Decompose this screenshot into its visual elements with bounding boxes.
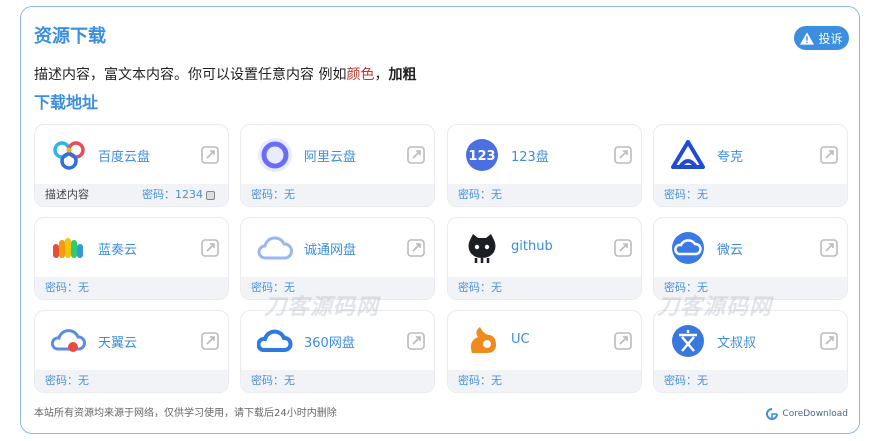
uc-icon (470, 327, 496, 353)
card-password: 密码：无 (251, 188, 295, 201)
card-name: 文叔叔 (717, 336, 757, 351)
password-bar: 描述内容 密码：1234 (35, 184, 228, 206)
card-name: 百度云盘 (98, 150, 151, 165)
open-link-icon[interactable] (614, 146, 632, 164)
download-heading: 下载地址 (34, 93, 99, 112)
brand-logo-icon (766, 408, 779, 420)
download-card-ctfile[interactable]: 诚通网盘 密码：无 (240, 217, 435, 300)
description-text: 描述内容，富文本内容。你可以设置任意内容 例如 (34, 67, 347, 83)
card-name: 123盘 (511, 150, 549, 165)
card-password: 密码：无 (458, 281, 502, 294)
download-card-uc[interactable]: UC 密码：无 (447, 310, 642, 393)
rich-description: 描述内容，富文本内容。你可以设置任意内容 例如颜色，加粗 (34, 64, 416, 84)
download-card-weiyun[interactable]: 微云 密码：无 (653, 217, 848, 300)
password-bar: 密码：无 (448, 277, 641, 299)
open-link-icon[interactable] (820, 146, 838, 164)
warning-icon (800, 31, 815, 45)
password-bar: 密码：无 (448, 370, 641, 392)
card-name: 蓝奏云 (98, 243, 138, 258)
panel-title: 资源下载 (34, 26, 106, 47)
open-link-icon[interactable] (820, 332, 838, 350)
brand-label: CoreDownload (766, 408, 848, 420)
open-link-icon[interactable] (201, 239, 219, 257)
360-pan-icon (257, 329, 293, 352)
open-link-icon[interactable] (201, 332, 219, 350)
open-link-icon[interactable] (407, 146, 425, 164)
description-bold-text: 加粗 (388, 67, 417, 83)
download-card-wenshushu[interactable]: 文叔叔 密码：无 (653, 310, 848, 393)
download-card-360pan[interactable]: 360网盘 密码：无 (240, 310, 435, 393)
card-password: 密码：无 (664, 374, 708, 387)
wenshushu-icon (672, 325, 704, 357)
download-card-aliyun[interactable]: 阿里云盘 密码：无 (240, 124, 435, 207)
copy-icon[interactable] (206, 190, 215, 200)
download-card-tianyi[interactable]: 天翼云 密码：无 (34, 310, 229, 393)
tianyi-cloud-icon (51, 329, 86, 352)
password-bar: 密码：无 (241, 184, 434, 206)
open-link-icon[interactable] (820, 239, 838, 257)
card-name: 天翼云 (98, 336, 138, 351)
watermark: 刀客源码网 (657, 295, 773, 320)
ctfile-icon (257, 236, 293, 260)
card-name: 阿里云盘 (304, 150, 357, 165)
card-name: github (511, 239, 553, 254)
open-link-icon[interactable] (201, 146, 219, 164)
card-name: UC (511, 332, 530, 347)
github-icon (468, 234, 496, 263)
disclaimer-text: 本站所有资源均来源于网络，仅供学习使用，请下载后24小时内删除 (34, 408, 337, 419)
password-bar: 密码：无 (654, 370, 847, 392)
download-card-123pan[interactable]: 123 123盘 密码：无 (447, 124, 642, 207)
download-card-lanzou[interactable]: 蓝奏云 密码：无 (34, 217, 229, 300)
brand-text: CoreDownload (782, 409, 848, 419)
open-link-icon[interactable] (407, 239, 425, 257)
download-grid: 百度云盘 描述内容 密码：1234 阿里云盘 密码：无 123 123盘 密码：… (34, 124, 849, 394)
weiyun-icon (672, 232, 704, 264)
card-password: 密码：无 (45, 281, 89, 294)
password-bar: 密码：无 (35, 277, 228, 299)
password-bar: 密码：无 (241, 370, 434, 392)
baidu-cloud-icon (53, 141, 85, 170)
card-name: 夸克 (717, 150, 744, 165)
password-bar: 密码：无 (35, 370, 228, 392)
card-note: 描述内容 (45, 188, 89, 201)
card-password: 密码：1234 (142, 184, 215, 206)
card-name: 微云 (717, 243, 744, 258)
report-button[interactable]: 投诉 (794, 26, 849, 50)
open-link-icon[interactable] (614, 332, 632, 350)
quark-icon (671, 140, 705, 169)
description-red-text: 颜色 (346, 67, 375, 83)
password-bar: 密码：无 (448, 184, 641, 206)
password-text: 密码：1234 (142, 188, 203, 201)
card-name: 诚通网盘 (304, 243, 357, 258)
card-password: 密码：无 (45, 374, 89, 387)
card-password: 密码：无 (458, 188, 502, 201)
open-link-icon[interactable] (614, 239, 632, 257)
lanzou-cloud-icon (53, 238, 83, 258)
description-separator: ， (374, 67, 389, 83)
aliyun-drive-icon (258, 138, 292, 172)
download-card-baidu[interactable]: 百度云盘 描述内容 密码：1234 (34, 124, 229, 207)
card-password: 密码：无 (664, 188, 708, 201)
download-card-github[interactable]: github 密码：无 (447, 217, 642, 300)
watermark: 刀客源码网 (264, 295, 380, 320)
password-bar: 密码：无 (654, 184, 847, 206)
open-link-icon[interactable] (407, 332, 425, 350)
svg-text:123: 123 (468, 149, 495, 164)
card-password: 密码：无 (251, 374, 295, 387)
card-name: 360网盘 (304, 336, 355, 351)
card-password: 密码：无 (458, 374, 502, 387)
123pan-icon: 123 (466, 139, 498, 171)
report-label: 投诉 (818, 31, 843, 46)
download-card-quark[interactable]: 夸克 密码：无 (653, 124, 848, 207)
resource-download-panel: 资源下载 投诉 描述内容，富文本内容。你可以设置任意内容 例如颜色，加粗 下载地… (20, 6, 860, 434)
